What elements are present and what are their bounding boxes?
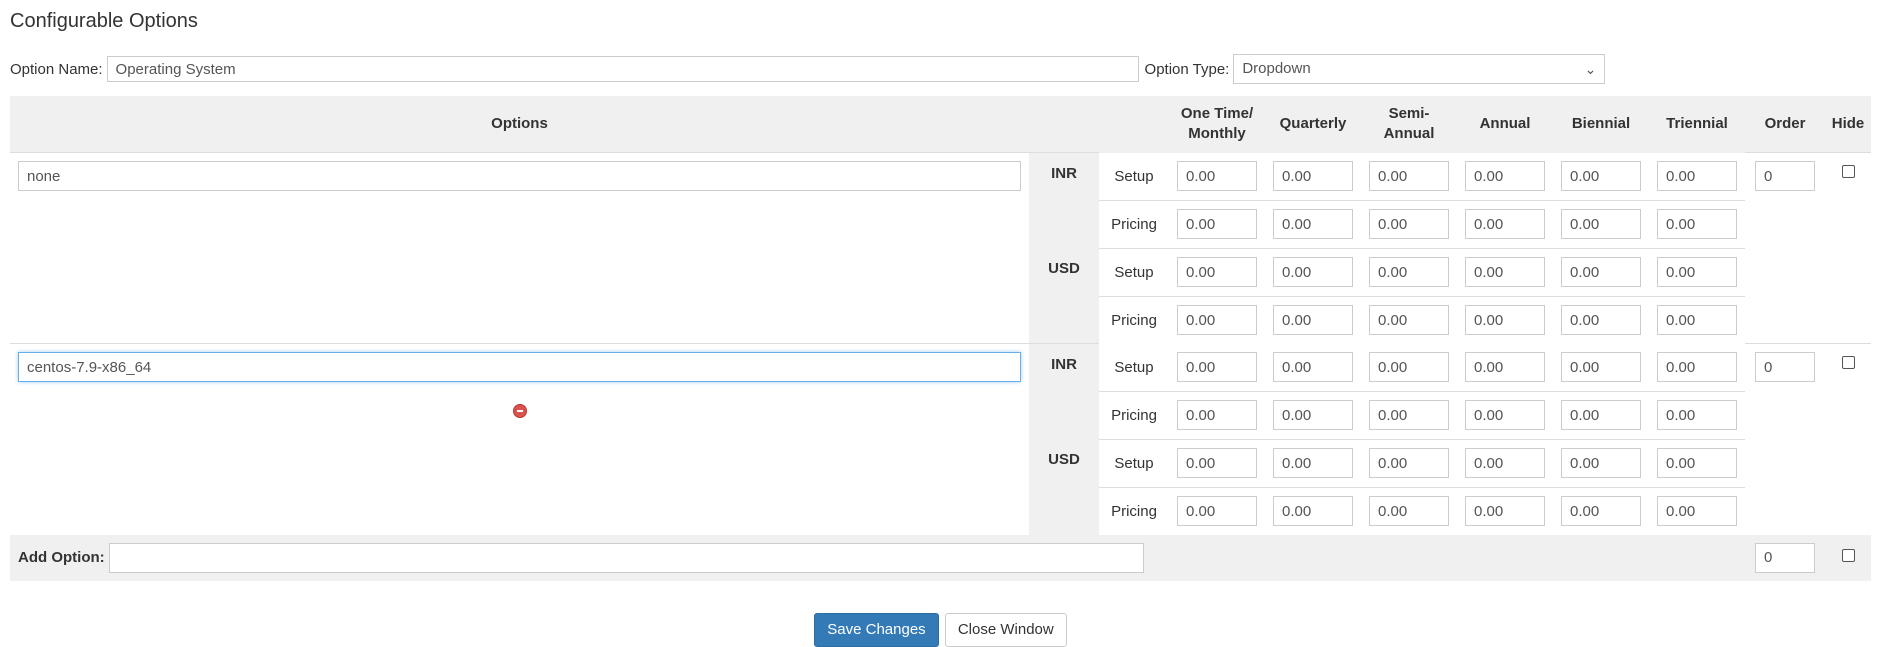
setup-label: Setup <box>1099 152 1169 200</box>
setup-one-time-monthly-input[interactable] <box>1177 257 1257 287</box>
table-header-row: Options One Time/Monthly Quarterly Semi-… <box>10 96 1871 153</box>
header-triennial: Triennial <box>1649 96 1745 153</box>
add-option-label: Add Option: <box>18 548 105 566</box>
setup-one-time-monthly-input[interactable] <box>1177 352 1257 382</box>
pricing-triennial-input[interactable] <box>1657 209 1737 239</box>
currency-label: INR <box>1029 343 1099 439</box>
pricing-triennial-input[interactable] <box>1657 400 1737 430</box>
setup-quarterly-input[interactable] <box>1273 352 1353 382</box>
setup-semi-annual-input[interactable] <box>1369 352 1449 382</box>
setup-annual-input[interactable] <box>1465 352 1545 382</box>
add-option-order-input[interactable] <box>1755 542 1815 573</box>
header-one-time-monthly: One Time/Monthly <box>1169 96 1265 153</box>
currency-label: USD <box>1029 439 1099 535</box>
pricing-triennial-input[interactable] <box>1657 305 1737 335</box>
setup-triennial-input[interactable] <box>1657 257 1737 287</box>
option-name-field[interactable] <box>18 161 1021 191</box>
order-input[interactable] <box>1755 352 1815 382</box>
setup-label: Setup <box>1099 438 1169 487</box>
option-settings-row: Option Name: Option Type: Dropdown ⌄ <box>10 53 1871 85</box>
setup-one-time-monthly-input[interactable] <box>1177 161 1257 191</box>
setup-annual-input[interactable] <box>1465 257 1545 287</box>
price-row: INRSetup <box>10 152 1871 344</box>
setup-semi-annual-input[interactable] <box>1369 257 1449 287</box>
hide-checkbox[interactable] <box>1841 165 1855 178</box>
add-option-input[interactable] <box>108 542 1144 573</box>
setup-label: Setup <box>1099 343 1169 391</box>
option-type-value: Dropdown <box>1242 60 1311 77</box>
pricing-label: Pricing <box>1099 199 1169 248</box>
action-buttons: Save Changes Close Window <box>10 612 1871 647</box>
setup-semi-annual-input[interactable] <box>1369 448 1449 478</box>
pricing-label: Pricing <box>1099 295 1169 344</box>
pricing-one-time-monthly-input[interactable] <box>1177 496 1257 526</box>
option-name-field[interactable] <box>18 352 1021 382</box>
setup-one-time-monthly-input[interactable] <box>1177 448 1257 478</box>
close-window-button[interactable]: Close Window <box>944 612 1067 647</box>
pricing-biennial-input[interactable] <box>1561 305 1641 335</box>
setup-annual-input[interactable] <box>1465 161 1545 191</box>
pricing-quarterly-input[interactable] <box>1273 305 1353 335</box>
pricing-one-time-monthly-input[interactable] <box>1177 305 1257 335</box>
setup-biennial-input[interactable] <box>1561 257 1641 287</box>
pricing-label: Pricing <box>1099 390 1169 439</box>
pricing-annual-input[interactable] <box>1465 305 1545 335</box>
setup-triennial-input[interactable] <box>1657 161 1737 191</box>
page-title: Configurable Options <box>10 10 198 32</box>
setup-triennial-input[interactable] <box>1657 352 1737 382</box>
pricing-quarterly-input[interactable] <box>1273 400 1353 430</box>
pricing-semi-annual-input[interactable] <box>1369 496 1449 526</box>
header-biennial: Biennial <box>1553 96 1649 153</box>
save-changes-button[interactable]: Save Changes <box>814 612 939 647</box>
header-hide: Hide <box>1825 96 1871 153</box>
hide-checkbox[interactable] <box>1841 356 1855 369</box>
pricing-biennial-input[interactable] <box>1561 400 1641 430</box>
pricing-quarterly-input[interactable] <box>1273 209 1353 239</box>
pricing-semi-annual-input[interactable] <box>1369 305 1449 335</box>
header-semi-annual: Semi- Annual <box>1361 96 1457 153</box>
pricing-semi-annual-input[interactable] <box>1369 209 1449 239</box>
pricing-biennial-input[interactable] <box>1561 496 1641 526</box>
option-name-label: Option Name: <box>10 60 103 78</box>
setup-biennial-input[interactable] <box>1561 352 1641 382</box>
setup-triennial-input[interactable] <box>1657 448 1737 478</box>
header-quarterly: Quarterly <box>1265 96 1361 153</box>
remove-option-icon[interactable] <box>512 404 527 418</box>
order-input[interactable] <box>1755 161 1815 191</box>
setup-biennial-input[interactable] <box>1561 161 1641 191</box>
setup-semi-annual-input[interactable] <box>1369 161 1449 191</box>
add-option-hide-checkbox[interactable] <box>1841 549 1855 562</box>
chevron-down-icon: ⌄ <box>1584 61 1597 77</box>
pricing-annual-input[interactable] <box>1465 496 1545 526</box>
options-table: Options One Time/Monthly Quarterly Semi-… <box>10 96 1871 581</box>
setup-annual-input[interactable] <box>1465 448 1545 478</box>
pricing-biennial-input[interactable] <box>1561 209 1641 239</box>
option-type-select[interactable]: Dropdown ⌄ <box>1233 54 1606 84</box>
price-row: INRSetup <box>10 343 1871 535</box>
pricing-annual-input[interactable] <box>1465 209 1545 239</box>
setup-label: Setup <box>1099 247 1169 296</box>
setup-quarterly-input[interactable] <box>1273 161 1353 191</box>
add-option-row: Add Option: <box>10 534 1871 581</box>
header-options: Options <box>10 96 1029 153</box>
currency-label: USD <box>1029 248 1099 344</box>
setup-quarterly-input[interactable] <box>1273 448 1353 478</box>
currency-label: INR <box>1029 152 1099 248</box>
header-annual: Annual <box>1457 96 1553 153</box>
pricing-semi-annual-input[interactable] <box>1369 400 1449 430</box>
setup-biennial-input[interactable] <box>1561 448 1641 478</box>
pricing-one-time-monthly-input[interactable] <box>1177 400 1257 430</box>
pricing-annual-input[interactable] <box>1465 400 1545 430</box>
header-order: Order <box>1745 96 1825 153</box>
pricing-quarterly-input[interactable] <box>1273 496 1353 526</box>
option-type-label: Option Type: <box>1144 60 1230 78</box>
option-name-input[interactable] <box>106 56 1139 82</box>
pricing-triennial-input[interactable] <box>1657 496 1737 526</box>
pricing-label: Pricing <box>1099 486 1169 535</box>
setup-quarterly-input[interactable] <box>1273 257 1353 287</box>
pricing-one-time-monthly-input[interactable] <box>1177 209 1257 239</box>
